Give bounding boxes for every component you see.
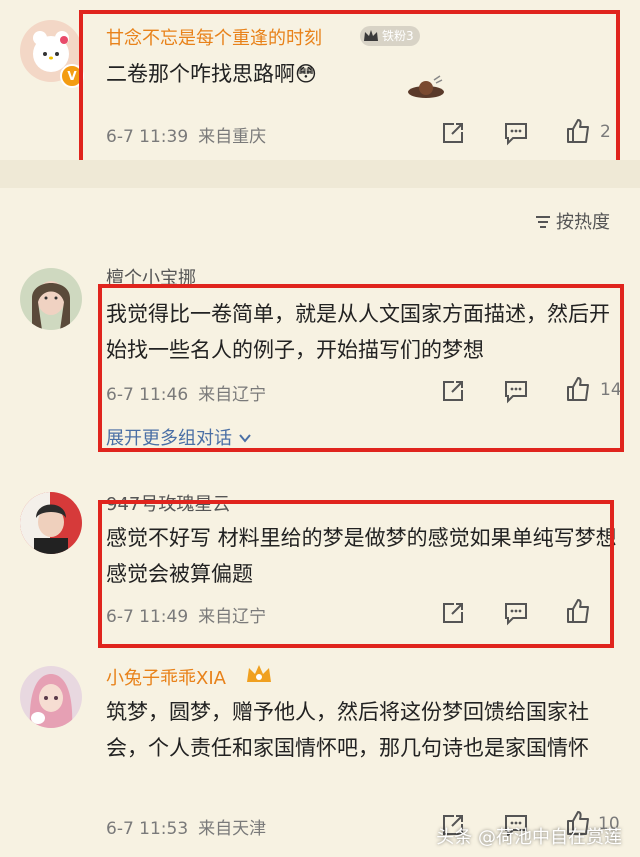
expand-replies-label: 展开更多组对话 xyxy=(106,428,232,449)
comment-button[interactable] xyxy=(503,120,529,146)
like-button[interactable] xyxy=(565,598,591,624)
username[interactable]: 甘念不忘是每个重逢的时刻 xyxy=(106,24,322,50)
comment-item: 947号玫瑰星云 感觉不好写 材料里给的梦是做梦的感觉如果单纯写梦想感觉会被算偏… xyxy=(0,482,640,652)
like-icon xyxy=(567,119,589,143)
divider xyxy=(0,160,640,188)
username[interactable]: 檀个小宝挪 xyxy=(106,264,196,290)
like-count: 2 xyxy=(600,122,611,142)
comment-text: 筑梦，圆梦，赠予他人，然后将这份梦回馈给国家社会，个人责任和家国情怀吧，那几句诗… xyxy=(106,700,589,760)
fan-badge-label: 铁粉3 xyxy=(382,29,414,43)
chevron-down-icon xyxy=(238,434,251,443)
comment-button[interactable] xyxy=(503,378,529,404)
avatar[interactable] xyxy=(20,666,82,728)
username[interactable]: 947号玫瑰星云 xyxy=(106,490,230,516)
sort-label: 按热度 xyxy=(556,212,610,233)
comment-location: 来自重庆 xyxy=(198,127,267,147)
like-count: 14 xyxy=(600,380,622,400)
comment-item: V 甘念不忘是每个重逢的时刻 铁粉3 二卷那个咋找思路啊😳 6-7 11:39 来… xyxy=(0,0,640,160)
like-button[interactable] xyxy=(565,118,591,144)
comment-button[interactable] xyxy=(503,600,529,626)
crown-badge-icon xyxy=(247,665,271,682)
verified-badge: V xyxy=(60,64,84,88)
comment-icon xyxy=(505,603,527,626)
comment-time: 6-7 11:53 xyxy=(106,819,189,839)
like-icon xyxy=(567,377,589,401)
comment-icon xyxy=(505,381,527,404)
like-icon xyxy=(567,599,589,623)
sort-icon xyxy=(536,216,550,228)
comment-time: 6-7 11:46 xyxy=(106,385,189,405)
share-button[interactable] xyxy=(440,120,466,146)
comment-meta: 6-7 11:53 来自天津 xyxy=(106,814,266,839)
avatar[interactable] xyxy=(20,268,82,330)
comment-time: 6-7 11:39 xyxy=(106,127,189,147)
share-button[interactable] xyxy=(440,600,466,626)
comment-text: 感觉不好写 材料里给的梦是做梦的感觉如果单纯写梦想感觉会被算偏题 xyxy=(106,526,617,586)
username[interactable]: 小兔子乖乖XIA xyxy=(106,664,226,690)
crown-badge-icon xyxy=(364,30,378,41)
share-button[interactable] xyxy=(440,378,466,404)
comment-time: 6-7 11:49 xyxy=(106,607,189,627)
sticker-icon xyxy=(408,75,444,98)
comment-meta: 6-7 11:39 来自重庆 xyxy=(106,122,266,147)
share-icon xyxy=(443,381,463,401)
comment-location: 来自辽宁 xyxy=(198,385,267,405)
avatar[interactable] xyxy=(20,492,82,554)
comment-icon xyxy=(505,123,527,146)
comment-text: 二卷那个咋找思路啊😳 xyxy=(106,62,317,86)
share-icon xyxy=(443,603,463,623)
expand-replies-link[interactable]: 展开更多组对话 xyxy=(106,424,252,450)
fan-badge: 铁粉3 xyxy=(360,26,420,46)
sort-button[interactable]: 按热度 xyxy=(534,208,610,234)
comment-location: 来自天津 xyxy=(198,819,267,839)
watermark: 头条 @荷池中自在赏莲 xyxy=(436,827,622,848)
comment-meta: 6-7 11:46 来自辽宁 xyxy=(106,380,266,405)
comment-item: 檀个小宝挪 我觉得比一卷简单，就是从人文国家方面描述，然后开始找一些名人的例子，… xyxy=(0,258,640,458)
comment-text: 我觉得比一卷简单，就是从人文国家方面描述，然后开始找一些名人的例子，开始描写们的… xyxy=(106,302,610,362)
comment-meta: 6-7 11:49 来自辽宁 xyxy=(106,602,266,627)
share-icon xyxy=(443,123,463,143)
comment-location: 来自辽宁 xyxy=(198,607,267,627)
like-button[interactable] xyxy=(565,376,591,402)
